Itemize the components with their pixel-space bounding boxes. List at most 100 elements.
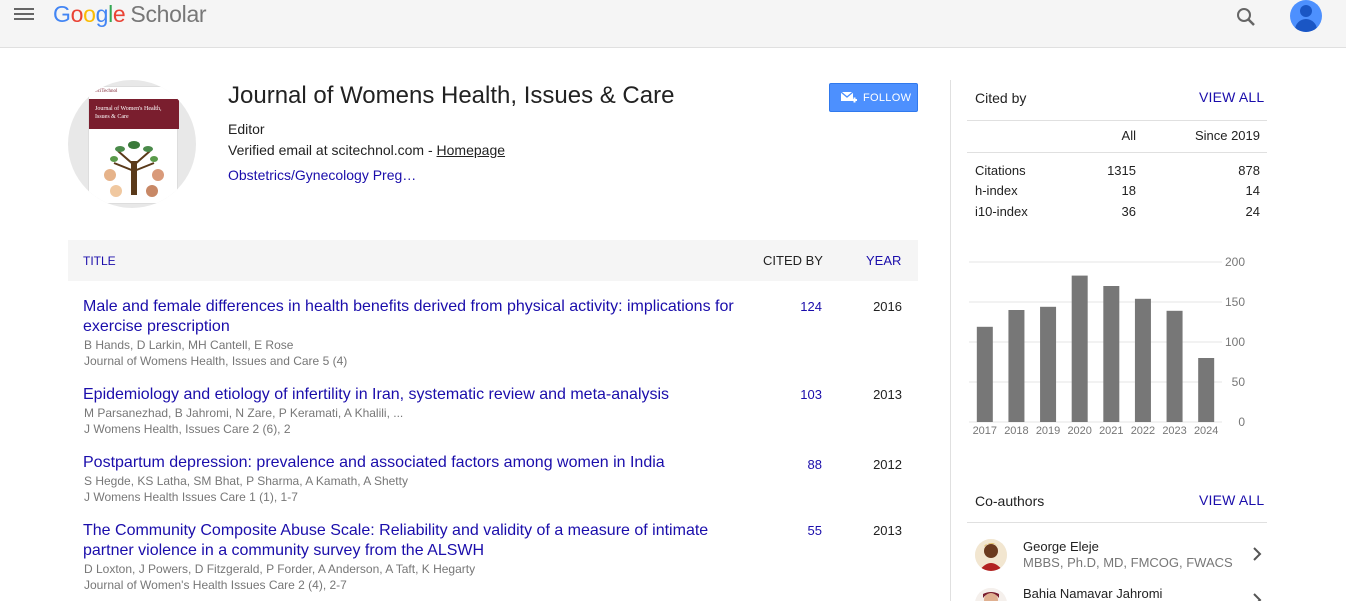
chart-y-tick-label: 0 (1238, 415, 1245, 429)
article-cited-by-link[interactable]: 55 (768, 523, 822, 538)
metric-label: h-index (975, 183, 1018, 198)
metric-all: 18 (1121, 183, 1136, 198)
article-year: 2013 (873, 523, 902, 538)
table-row: Male and female differences in health be… (68, 297, 918, 377)
search-icon[interactable] (1234, 5, 1258, 29)
divider (967, 522, 1267, 523)
article-authors: S Hegde, KS Latha, SM Bhat, P Sharma, A … (84, 474, 408, 488)
chart-bar[interactable] (1134, 298, 1151, 422)
table-row: Postpartum depression: prevalence and as… (68, 453, 918, 513)
coauthors-heading: Co-authors (975, 493, 1045, 509)
metric-since: 14 (1245, 183, 1260, 198)
divider (967, 120, 1267, 121)
metric-since: 878 (1238, 163, 1260, 178)
coauthors-view-all-link[interactable]: VIEW ALL (1199, 492, 1264, 508)
metric-label: Citations (975, 163, 1026, 178)
chevron-right-icon[interactable] (1251, 592, 1263, 601)
coauthor-avatar (975, 588, 1007, 601)
article-year: 2012 (873, 457, 902, 472)
cited-by-view-all-link[interactable]: VIEW ALL (1199, 89, 1264, 105)
article-title-link[interactable]: Male and female differences in health be… (83, 297, 743, 337)
logo-letter: e (112, 1, 126, 27)
sort-by-title[interactable]: TITLE (83, 254, 116, 268)
coauthor-item[interactable]: Bahia Namavar Jahromi (975, 584, 1265, 601)
chart-x-tick-label: 2017 (973, 425, 997, 437)
chart-bar[interactable] (1071, 275, 1088, 422)
chart-bar[interactable] (1103, 286, 1120, 422)
email-text: Verified email at scitechnol.com - (228, 142, 437, 158)
journal-cover-image: SciTechnol Journal of Women's Health, Is… (88, 86, 179, 204)
logo-product: Scholar (130, 1, 207, 27)
article-year: 2016 (873, 299, 902, 314)
homepage-link[interactable]: Homepage (437, 142, 506, 158)
article-cited-by-link[interactable]: 124 (768, 299, 822, 314)
col-since-header: Since 2019 (1194, 128, 1260, 143)
chart-y-tick-label: 200 (1225, 255, 1245, 269)
article-venue: Journal of Women's Health Issues Care 2 … (84, 578, 347, 592)
chevron-right-icon[interactable] (1251, 546, 1263, 562)
article-title-link[interactable]: Epidemiology and etiology of infertility… (83, 385, 743, 405)
chart-bar[interactable] (1166, 310, 1183, 422)
metric-label: i10-index (975, 204, 1028, 219)
divider (967, 152, 1267, 153)
article-cited-by-link[interactable]: 88 (768, 457, 822, 472)
profile-photo: SciTechnol Journal of Women's Health, Is… (68, 80, 196, 208)
top-bar: Google Scholar (0, 0, 1346, 48)
column-divider (950, 80, 951, 601)
chart-x-tick-label: 2018 (1004, 425, 1028, 437)
coauthor-item[interactable]: George Eleje MBBS, Ph.D, MD, FMCOG, FWAC… (975, 536, 1265, 576)
chart-x-tick-label: 2021 (1099, 425, 1123, 437)
chart-x-tick-label: 2023 (1162, 425, 1186, 437)
follow-mail-icon (840, 91, 857, 103)
chart-bar[interactable] (976, 326, 993, 422)
metric-all: 36 (1121, 204, 1136, 219)
menu-icon[interactable] (12, 4, 38, 26)
article-authors: M Parsanezhad, B Jahromi, N Zare, P Kera… (84, 406, 404, 420)
articles-table-header: TITLE CITED BY YEAR (68, 240, 918, 281)
chart-bar[interactable] (1040, 306, 1057, 422)
account-avatar-icon[interactable] (1290, 0, 1322, 32)
profile-email: Verified email at scitechnol.com - Homep… (228, 142, 505, 158)
chart-bar[interactable] (1008, 310, 1025, 422)
research-interest-link[interactable]: Obstetrics/Gynecology Preg… (228, 167, 416, 183)
logo-letter: o (83, 1, 96, 27)
sort-by-year[interactable]: YEAR (866, 253, 901, 268)
article-title-link[interactable]: Postpartum depression: prevalence and as… (83, 453, 743, 473)
cited-by-heading: Cited by (975, 90, 1027, 106)
article-venue: Journal of Womens Health, Issues and Car… (84, 354, 348, 368)
chart-x-tick-label: 2019 (1036, 425, 1060, 437)
article-cited-by-link[interactable]: 103 (768, 387, 822, 402)
logo-letter: o (70, 1, 84, 27)
chart-bar[interactable] (1198, 358, 1215, 422)
cover-publisher: SciTechnol (95, 89, 118, 94)
table-row: Epidemiology and etiology of infertility… (68, 385, 918, 445)
follow-label: FOLLOW (863, 92, 912, 104)
article-venue: J Womens Health, Issues Care 2 (6), 2 (84, 422, 291, 436)
metric-all: 1315 (1107, 163, 1136, 178)
profile-name: Journal of Womens Health, Issues & Care (228, 82, 675, 109)
cited-by-column-header[interactable]: CITED BY (763, 253, 823, 268)
chart-y-tick-label: 50 (1232, 375, 1246, 389)
chart-y-tick-label: 150 (1225, 295, 1245, 309)
profile-affiliation: Editor (228, 121, 265, 137)
col-all-header: All (1121, 128, 1136, 143)
coauthor-name[interactable]: George Eleje (1023, 539, 1099, 554)
coauthor-affiliation: MBBS, Ph.D, MD, FMCOG, FWACS (1023, 555, 1233, 570)
cover-title: Journal of Women's Health, Issues & Care (95, 106, 162, 120)
article-year: 2013 (873, 387, 902, 402)
chart-x-tick-label: 2024 (1194, 425, 1218, 437)
chart-y-tick-label: 100 (1225, 335, 1245, 349)
metric-since: 24 (1245, 204, 1260, 219)
chart-x-tick-label: 2022 (1131, 425, 1155, 437)
article-venue: J Womens Health Issues Care 1 (1), 1-7 (84, 490, 298, 504)
logo-letter: G (53, 1, 71, 27)
follow-button[interactable]: FOLLOW (829, 83, 918, 112)
citations-bar-chart: 200 150 100 50 0 2017 2018 2019 2020 2021 2022 2023… (969, 255, 1246, 437)
logo-letter: g (95, 1, 109, 27)
article-title-link[interactable]: The Community Composite Abuse Scale: Rel… (83, 521, 743, 561)
article-authors: D Loxton, J Powers, D Fitzgerald, P Ford… (84, 562, 476, 576)
table-row: The Community Composite Abuse Scale: Rel… (68, 521, 918, 601)
coauthor-avatar (975, 539, 1007, 571)
coauthor-name[interactable]: Bahia Namavar Jahromi (1023, 586, 1162, 601)
google-scholar-logo[interactable]: Google Scholar (53, 0, 207, 28)
